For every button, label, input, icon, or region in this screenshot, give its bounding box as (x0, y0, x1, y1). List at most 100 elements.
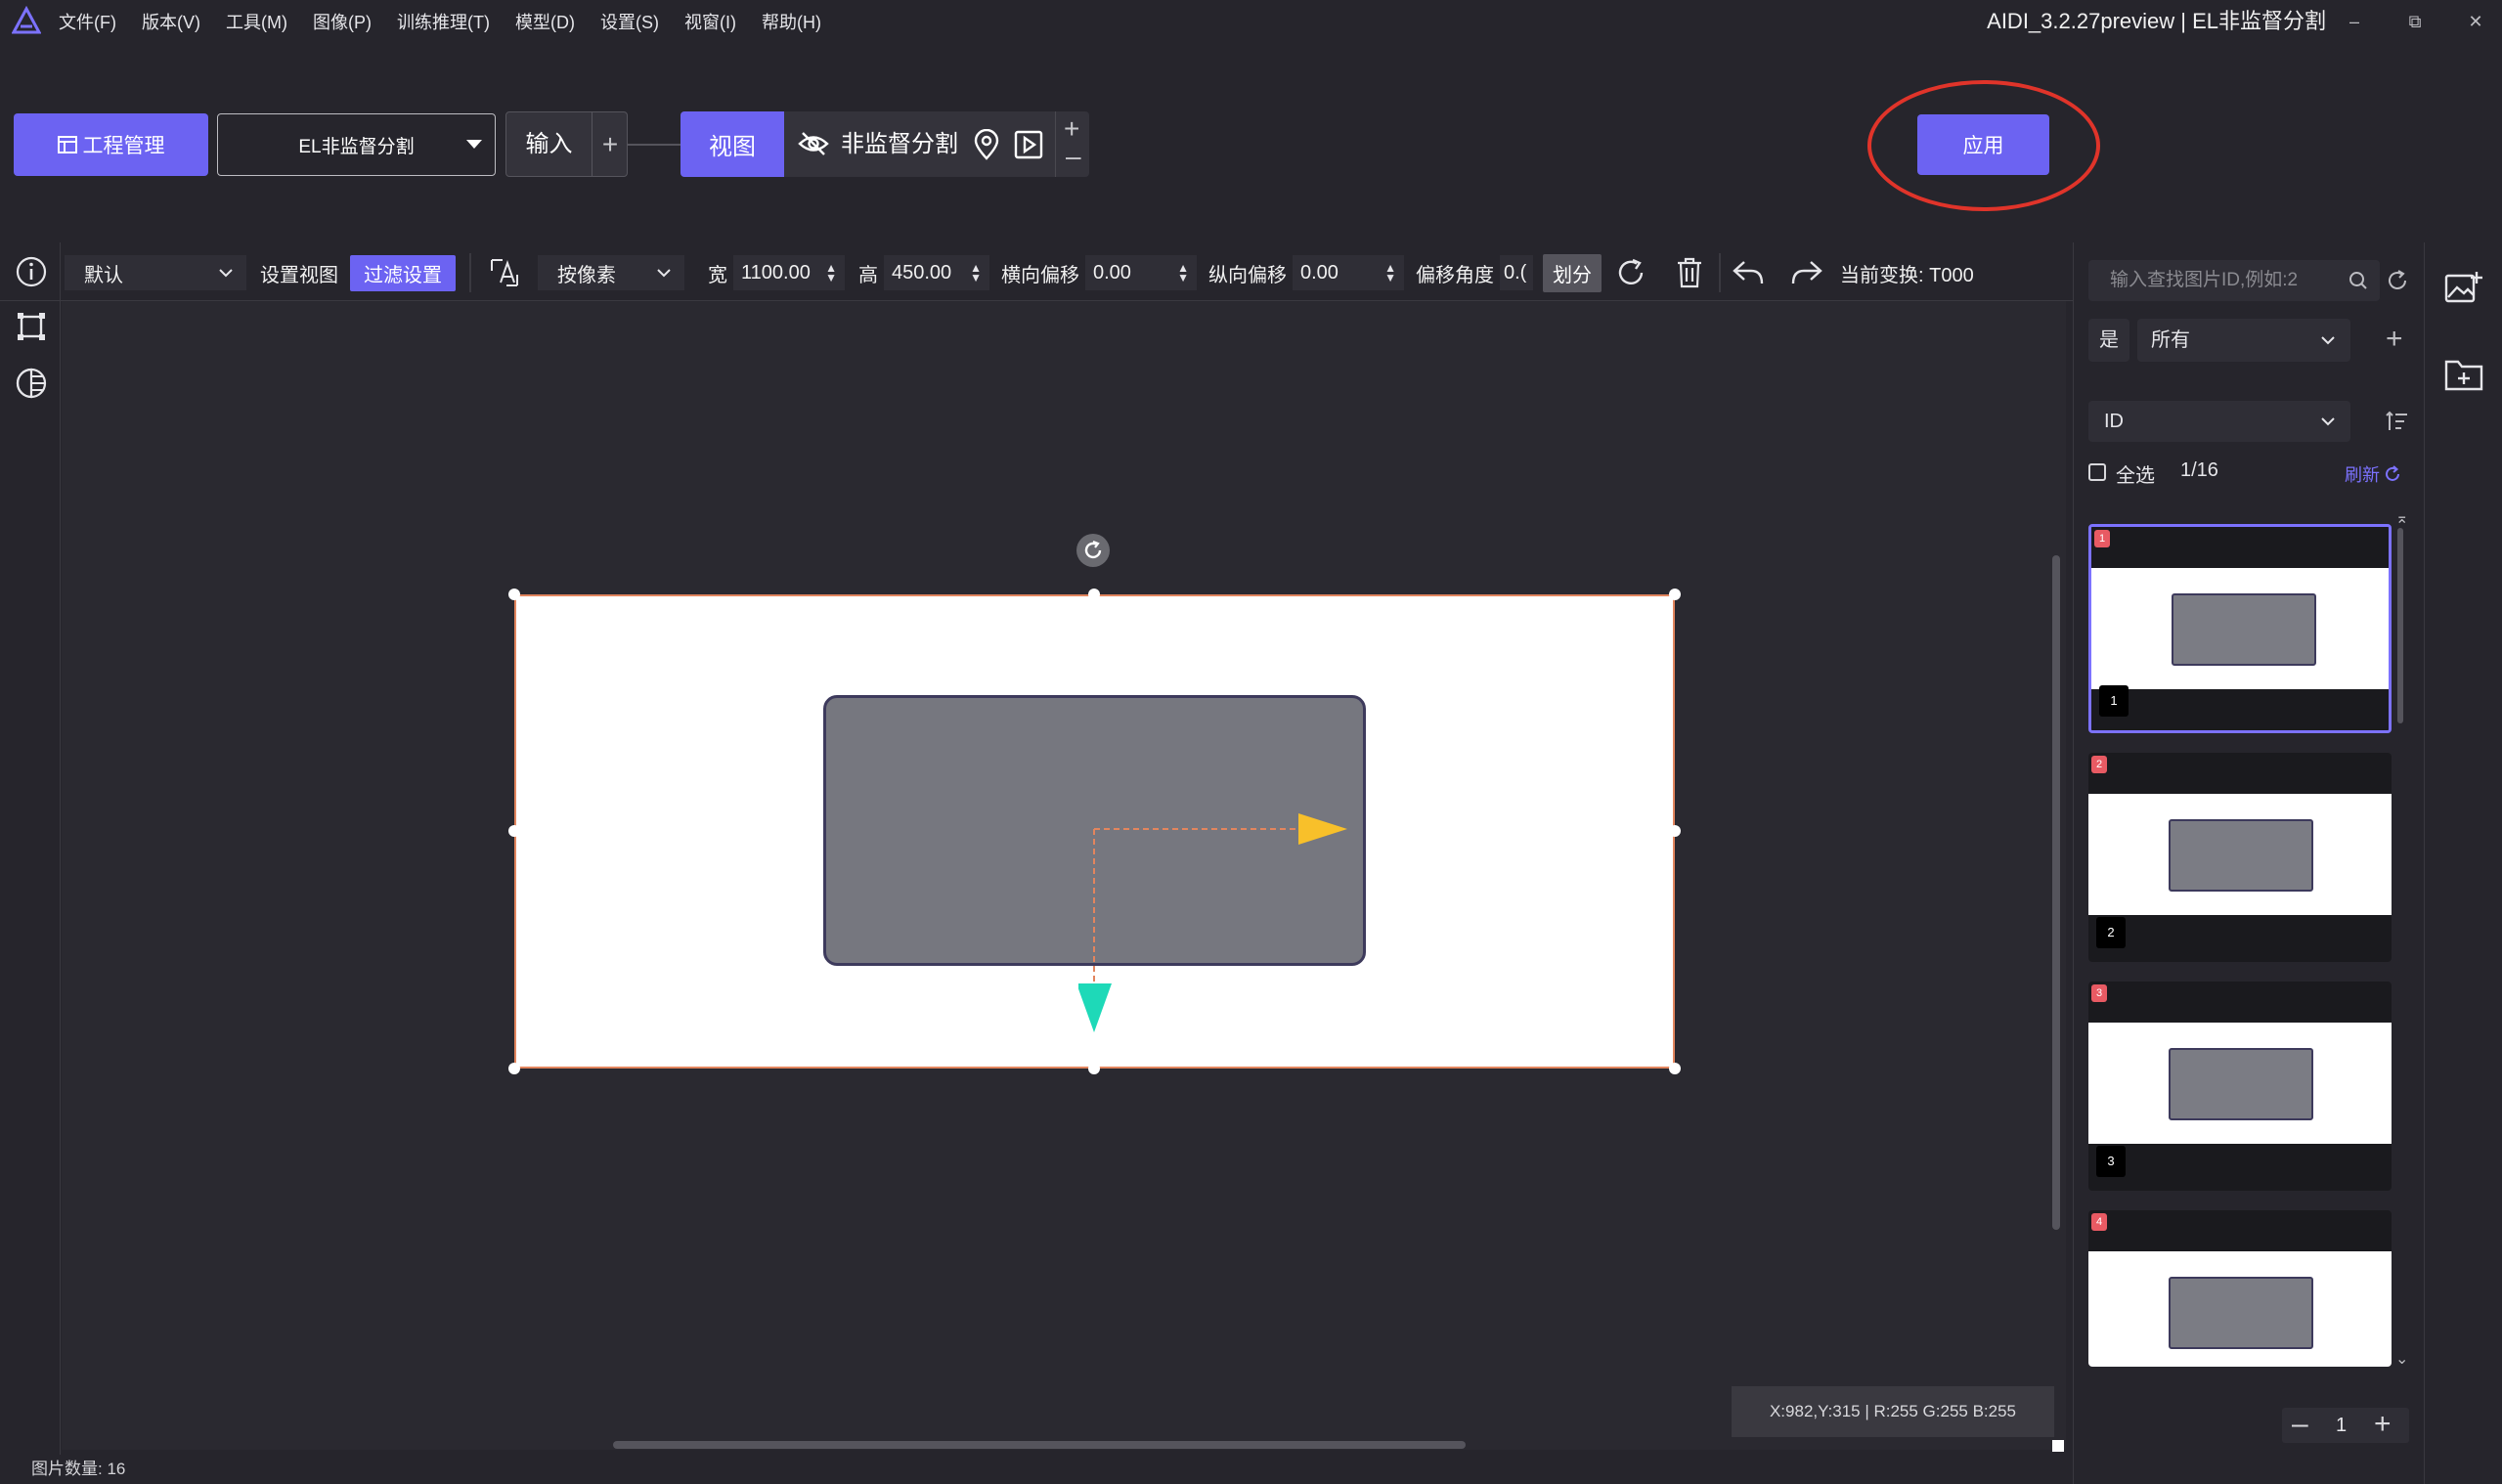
set-view-button[interactable]: 设置视图 (260, 259, 338, 287)
resize-handle[interactable] (1669, 825, 1681, 837)
menu-tools[interactable]: 工具(M) (226, 9, 287, 34)
contrast-icon[interactable] (16, 368, 47, 399)
trash-icon[interactable] (1670, 253, 1709, 292)
search-input[interactable]: 输入查找图片ID,例如:2 (2088, 260, 2380, 301)
add-image-icon[interactable] (2444, 270, 2483, 305)
select-all-checkbox[interactable] (2088, 463, 2106, 481)
add-filter-button[interactable]: + (2386, 325, 2403, 354)
input-node-button[interactable]: 输入 (506, 112, 593, 176)
menu-settings[interactable]: 设置(S) (600, 9, 659, 34)
node-connector (628, 144, 680, 146)
page-prev-button[interactable]: – (2292, 1408, 2308, 1441)
split-button[interactable]: 划分 (1543, 253, 1602, 292)
play-icon[interactable] (1014, 130, 1043, 159)
menu-image[interactable]: 图像(P) (313, 9, 372, 34)
undo-icon[interactable] (1729, 253, 1768, 292)
height-input[interactable]: 450.00 ▲ ▼ (884, 255, 989, 290)
expand-button[interactable]: + (1064, 115, 1079, 143)
zoom-controls: + – (1055, 111, 1089, 177)
resize-handle[interactable] (1088, 1063, 1100, 1074)
width-label: 宽 (708, 264, 727, 286)
sort-select-value: ID (2104, 411, 2124, 432)
width-input[interactable]: 1100.00 ▲ ▼ (733, 255, 845, 290)
h-offset-field: 横向偏移 0.00 ▲ ▼ (1001, 255, 1197, 290)
scroll-top-icon[interactable]: ⌅ (2395, 508, 2408, 528)
rotate-handle[interactable] (1076, 534, 1110, 567)
add-node-button[interactable]: + (593, 112, 628, 176)
project-management-button[interactable]: 工程管理 (14, 113, 208, 176)
project-icon (57, 136, 77, 153)
module-label[interactable]: 非监督分割 (841, 111, 958, 177)
crop-icon[interactable] (16, 311, 47, 342)
spinner-icon[interactable]: ▲ ▼ (825, 262, 837, 284)
image-canvas[interactable]: X:982,Y:315 | R:255 G:255 B:255 (62, 301, 2066, 1452)
menu-help[interactable]: 帮助(H) (762, 9, 821, 34)
resize-handle[interactable] (508, 589, 520, 600)
spinner-icon[interactable]: ▲ ▼ (1384, 262, 1396, 284)
resize-handle[interactable] (1088, 589, 1100, 600)
menu-file[interactable]: 文件(F) (59, 9, 116, 34)
v-offset-value: 0.00 (1300, 261, 1339, 284)
add-folder-icon[interactable] (2444, 358, 2483, 391)
refresh-icon[interactable] (2386, 269, 2409, 292)
resize-handle[interactable] (1669, 1063, 1681, 1074)
page-next-button[interactable]: + (2374, 1408, 2392, 1441)
view-preset-select[interactable]: 默认 (65, 255, 246, 290)
resize-handle[interactable] (508, 825, 520, 837)
resize-handle[interactable] (508, 1063, 520, 1074)
project-management-label: 工程管理 (82, 135, 165, 157)
list-scrollbar[interactable] (2397, 528, 2403, 723)
height-field: 高 450.00 ▲ ▼ (858, 255, 989, 290)
page-number[interactable]: 1 (2336, 1408, 2347, 1443)
rotate-icon[interactable] (1611, 253, 1650, 292)
search-icon[interactable] (2348, 271, 2368, 290)
chevron-down-icon (2321, 417, 2335, 426)
chevron-down-icon (465, 138, 483, 150)
project-select-value: EL非监督分割 (298, 136, 415, 157)
resize-handle[interactable] (1669, 589, 1681, 600)
filter-yes[interactable]: 是 (2088, 319, 2129, 362)
minimize-button[interactable]: – (2343, 10, 2366, 33)
collapse-button[interactable]: – (1066, 143, 1081, 170)
chevron-down-icon (219, 268, 233, 278)
filter-select[interactable]: 所有 (2137, 319, 2350, 362)
scroll-bottom-icon[interactable]: ⌄ (2395, 1349, 2408, 1369)
spinner-icon[interactable]: ▲ ▼ (970, 262, 982, 284)
view-node-button[interactable]: 视图 (680, 111, 784, 177)
menu-model[interactable]: 模型(D) (515, 9, 575, 34)
restore-button[interactable]: ⧉ (2403, 10, 2427, 33)
height-label: 高 (858, 264, 878, 286)
view-preset-value: 默认 (84, 264, 123, 286)
thumbnail-card[interactable]: 3 3 (2088, 982, 2392, 1191)
v-offset-label: 纵向偏移 (1208, 264, 1287, 286)
divider (1719, 253, 1721, 292)
v-offset-input[interactable]: 0.00 ▲ ▼ (1293, 255, 1404, 290)
h-offset-input[interactable]: 0.00 ▲ ▼ (1085, 255, 1197, 290)
close-button[interactable]: ✕ (2464, 10, 2487, 33)
redo-icon[interactable] (1787, 253, 1826, 292)
unit-select[interactable]: 按像素 (538, 255, 684, 290)
status-bar: 图片数量: 16 (0, 1455, 2073, 1484)
refresh-button[interactable]: 刷新 (2345, 461, 2401, 487)
filter-settings-button[interactable]: 过滤设置 (350, 254, 456, 291)
location-icon[interactable] (974, 129, 999, 160)
vertical-scrollbar[interactable] (2052, 555, 2060, 1230)
thumbnail-card[interactable]: 4 (2088, 1210, 2392, 1367)
info-icon[interactable] (16, 256, 47, 287)
spinner-icon[interactable]: ▲ ▼ (1177, 262, 1189, 284)
project-select[interactable]: EL非监督分割 (217, 113, 496, 176)
angle-input[interactable]: 0.( (1500, 255, 1533, 290)
sort-select[interactable]: ID (2088, 401, 2350, 442)
axis-arrows (1078, 813, 1347, 1032)
thumbnail-card[interactable]: 1 1 (2088, 524, 2392, 733)
menu-window[interactable]: 视窗(I) (684, 9, 736, 34)
eye-off-icon[interactable] (798, 129, 829, 158)
sort-order-icon[interactable] (2386, 411, 2409, 432)
text-tool-icon[interactable] (485, 253, 524, 292)
input-node-group: 输入 + (505, 111, 628, 177)
horizontal-scrollbar[interactable] (613, 1441, 1466, 1449)
thumbnail-card[interactable]: 2 2 (2088, 753, 2392, 962)
menu-train-infer[interactable]: 训练推理(T) (397, 9, 490, 34)
menu-version[interactable]: 版本(V) (142, 9, 200, 34)
image-count: 图片数量: 16 (31, 1460, 126, 1478)
